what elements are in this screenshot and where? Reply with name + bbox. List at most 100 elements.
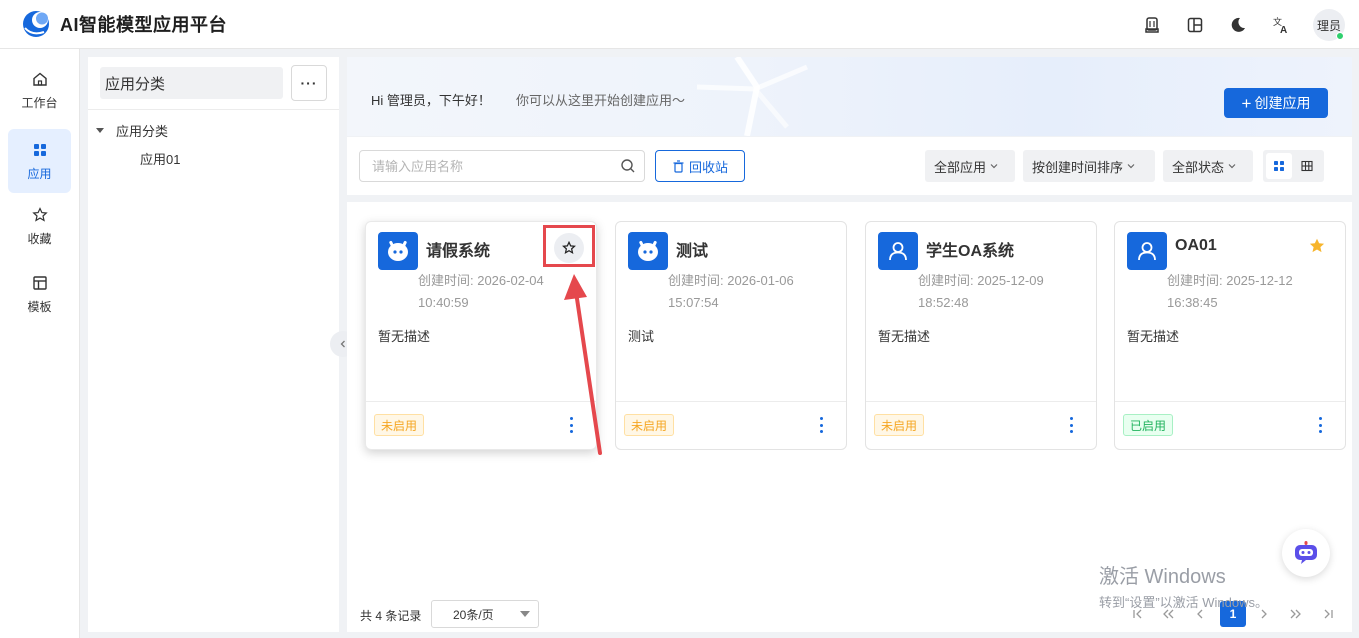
robot-icon [378,232,418,270]
caret-down-icon[interactable] [96,128,104,133]
app-name[interactable]: 测试 [676,237,708,261]
app-description: 暂无描述 [1127,329,1180,344]
app-type-dropdown[interactable]: 全部应用 [925,150,1015,182]
app-name[interactable]: 请假系统 [426,237,490,261]
created-clock: 10:40:59 [418,295,469,310]
translate-icon[interactable]: 文A [1271,15,1291,35]
star-filled-icon[interactable] [1308,237,1326,255]
user-icon [1127,232,1167,270]
left-nav: 工作台 应用 收藏 模板 [0,49,80,638]
sort-dropdown[interactable]: 按创建时间排序 [1023,150,1155,182]
divider [616,401,846,402]
status-badge: 未启用 [374,414,425,436]
dropdown-label: 全部状态 [1172,159,1225,175]
app-card[interactable]: 学生OA系统 创建时间: 2025-12-09 18:52:48 暂无描述 未启… [865,221,1097,450]
annotation-highlight-box [543,225,595,267]
apps-grid-icon [31,141,49,159]
nav-label: 模板 [27,299,52,314]
category-header[interactable]: 应用分类 [100,67,283,99]
search-input[interactable] [360,151,600,181]
more-options-icon[interactable] [816,417,826,433]
chatbot-icon [1295,541,1317,564]
create-app-button[interactable]: + 创建应用 [1224,88,1328,118]
grid-view-icon [1274,161,1284,171]
more-options-icon[interactable] [1315,417,1325,433]
template-icon [31,274,49,292]
layout-icon[interactable] [1185,15,1205,35]
user-avatar[interactable]: 理员 [1313,9,1345,41]
dark-mode-icon[interactable] [1228,15,1248,35]
app-name[interactable]: OA01 [1175,237,1217,255]
app-description: 暂无描述 [378,329,431,344]
user-name: 理员 [1316,18,1341,33]
tree-node-label: 应用分类 [116,124,169,139]
windows-activation-watermark: 激活 Windows 转到“设置”以激活 Windows。 [1099,560,1268,611]
created-time: 创建时间: 2026-01-06 15:07:54 [668,270,818,314]
created-time: 创建时间: 2025-12-09 18:52:48 [918,270,1068,314]
home-icon [31,70,49,88]
status-dropdown[interactable]: 全部状态 [1163,150,1253,182]
trash-icon [673,159,684,173]
banner-decoration [696,57,808,136]
page-size-value: 20条/页 [453,607,494,622]
category-more-button[interactable]: ··· [291,65,327,101]
tree-node-child[interactable]: 应用01 [140,149,180,168]
app-logo-icon [23,11,49,37]
search-icon[interactable] [620,158,636,174]
recycle-bin-label: 回收站 [688,159,728,175]
next-five-pages-icon[interactable] [1288,604,1304,624]
nav-item-templates[interactable]: 模板 [8,262,71,326]
page-size-select[interactable]: 20条/页 [431,600,539,628]
app-description: 暂无描述 [878,329,931,344]
dropdown-label: 按创建时间排序 [1032,159,1124,175]
annotation-arrow [564,274,602,455]
created-date: 创建时间: 2026-02-04 [418,273,544,288]
star-icon [31,206,49,224]
app-title: AI智能模型应用平台 [60,15,227,35]
filter-bar: 回收站 全部应用 按创建时间排序 全部状态 [347,137,1352,195]
nav-item-apps[interactable]: 应用 [8,129,71,193]
user-icon [878,232,918,270]
chevron-down-icon [990,164,998,169]
created-clock: 18:52:48 [918,295,969,310]
created-time: 创建时间: 2025-12-12 16:38:45 [1167,270,1317,314]
nav-item-workbench[interactable]: 工作台 [8,58,71,122]
notifications-icon[interactable] [1142,15,1162,35]
nav-label: 应用 [27,166,52,181]
app-card[interactable]: 测试 创建时间: 2026-01-06 15:07:54 测试 未启用 [615,221,847,450]
welcome-banner: Hi 管理员，下午好！ 你可以从这里开始创建应用～ + 创建应用 [347,57,1352,136]
brand[interactable]: AI智能模型应用平台 [22,10,227,38]
plus-icon: + [1241,93,1252,113]
dropdown-label: 全部应用 [934,159,987,175]
tree-node-root[interactable]: 应用分类 [96,121,168,140]
greeting-hint: 你可以从这里开始创建应用～ [516,93,686,108]
table-view-button[interactable] [1294,153,1320,179]
search-box[interactable] [359,150,645,182]
chevron-down-icon [1127,164,1135,169]
nav-label: 收藏 [27,231,52,246]
pagination-total: 共 4 条记录 [360,609,422,623]
recycle-bin-button[interactable]: 回收站 [655,150,745,182]
divider [88,109,339,110]
more-options-icon[interactable] [1066,417,1076,433]
assistant-bot-button[interactable] [1282,529,1330,577]
nav-label: 工作台 [21,95,58,110]
last-page-icon[interactable] [1320,604,1336,624]
app-name[interactable]: 学生OA系统 [926,237,1014,261]
divider [866,401,1096,402]
app-description: 测试 [628,329,655,344]
nav-item-favorites[interactable]: 收藏 [8,194,71,258]
created-date: 创建时间: 2025-12-12 [1167,273,1293,288]
card-view-button[interactable] [1266,153,1292,179]
greeting-text: Hi 管理员，下午好！ [371,93,491,108]
online-status-dot [1336,32,1344,40]
app-card[interactable]: OA01 创建时间: 2025-12-12 16:38:45 暂无描述 已启用 [1114,221,1346,450]
view-toggle [1263,150,1324,182]
created-date: 创建时间: 2026-01-06 [668,273,794,288]
status-badge: 未启用 [624,414,675,436]
robot-icon [628,232,668,270]
category-panel: 应用分类 ··· 应用分类 应用01 [88,57,339,632]
watermark-subtitle: 转到“设置”以激活 Windows。 [1099,595,1269,610]
chevron-down-icon [1228,164,1236,169]
status-badge: 未启用 [874,414,925,436]
